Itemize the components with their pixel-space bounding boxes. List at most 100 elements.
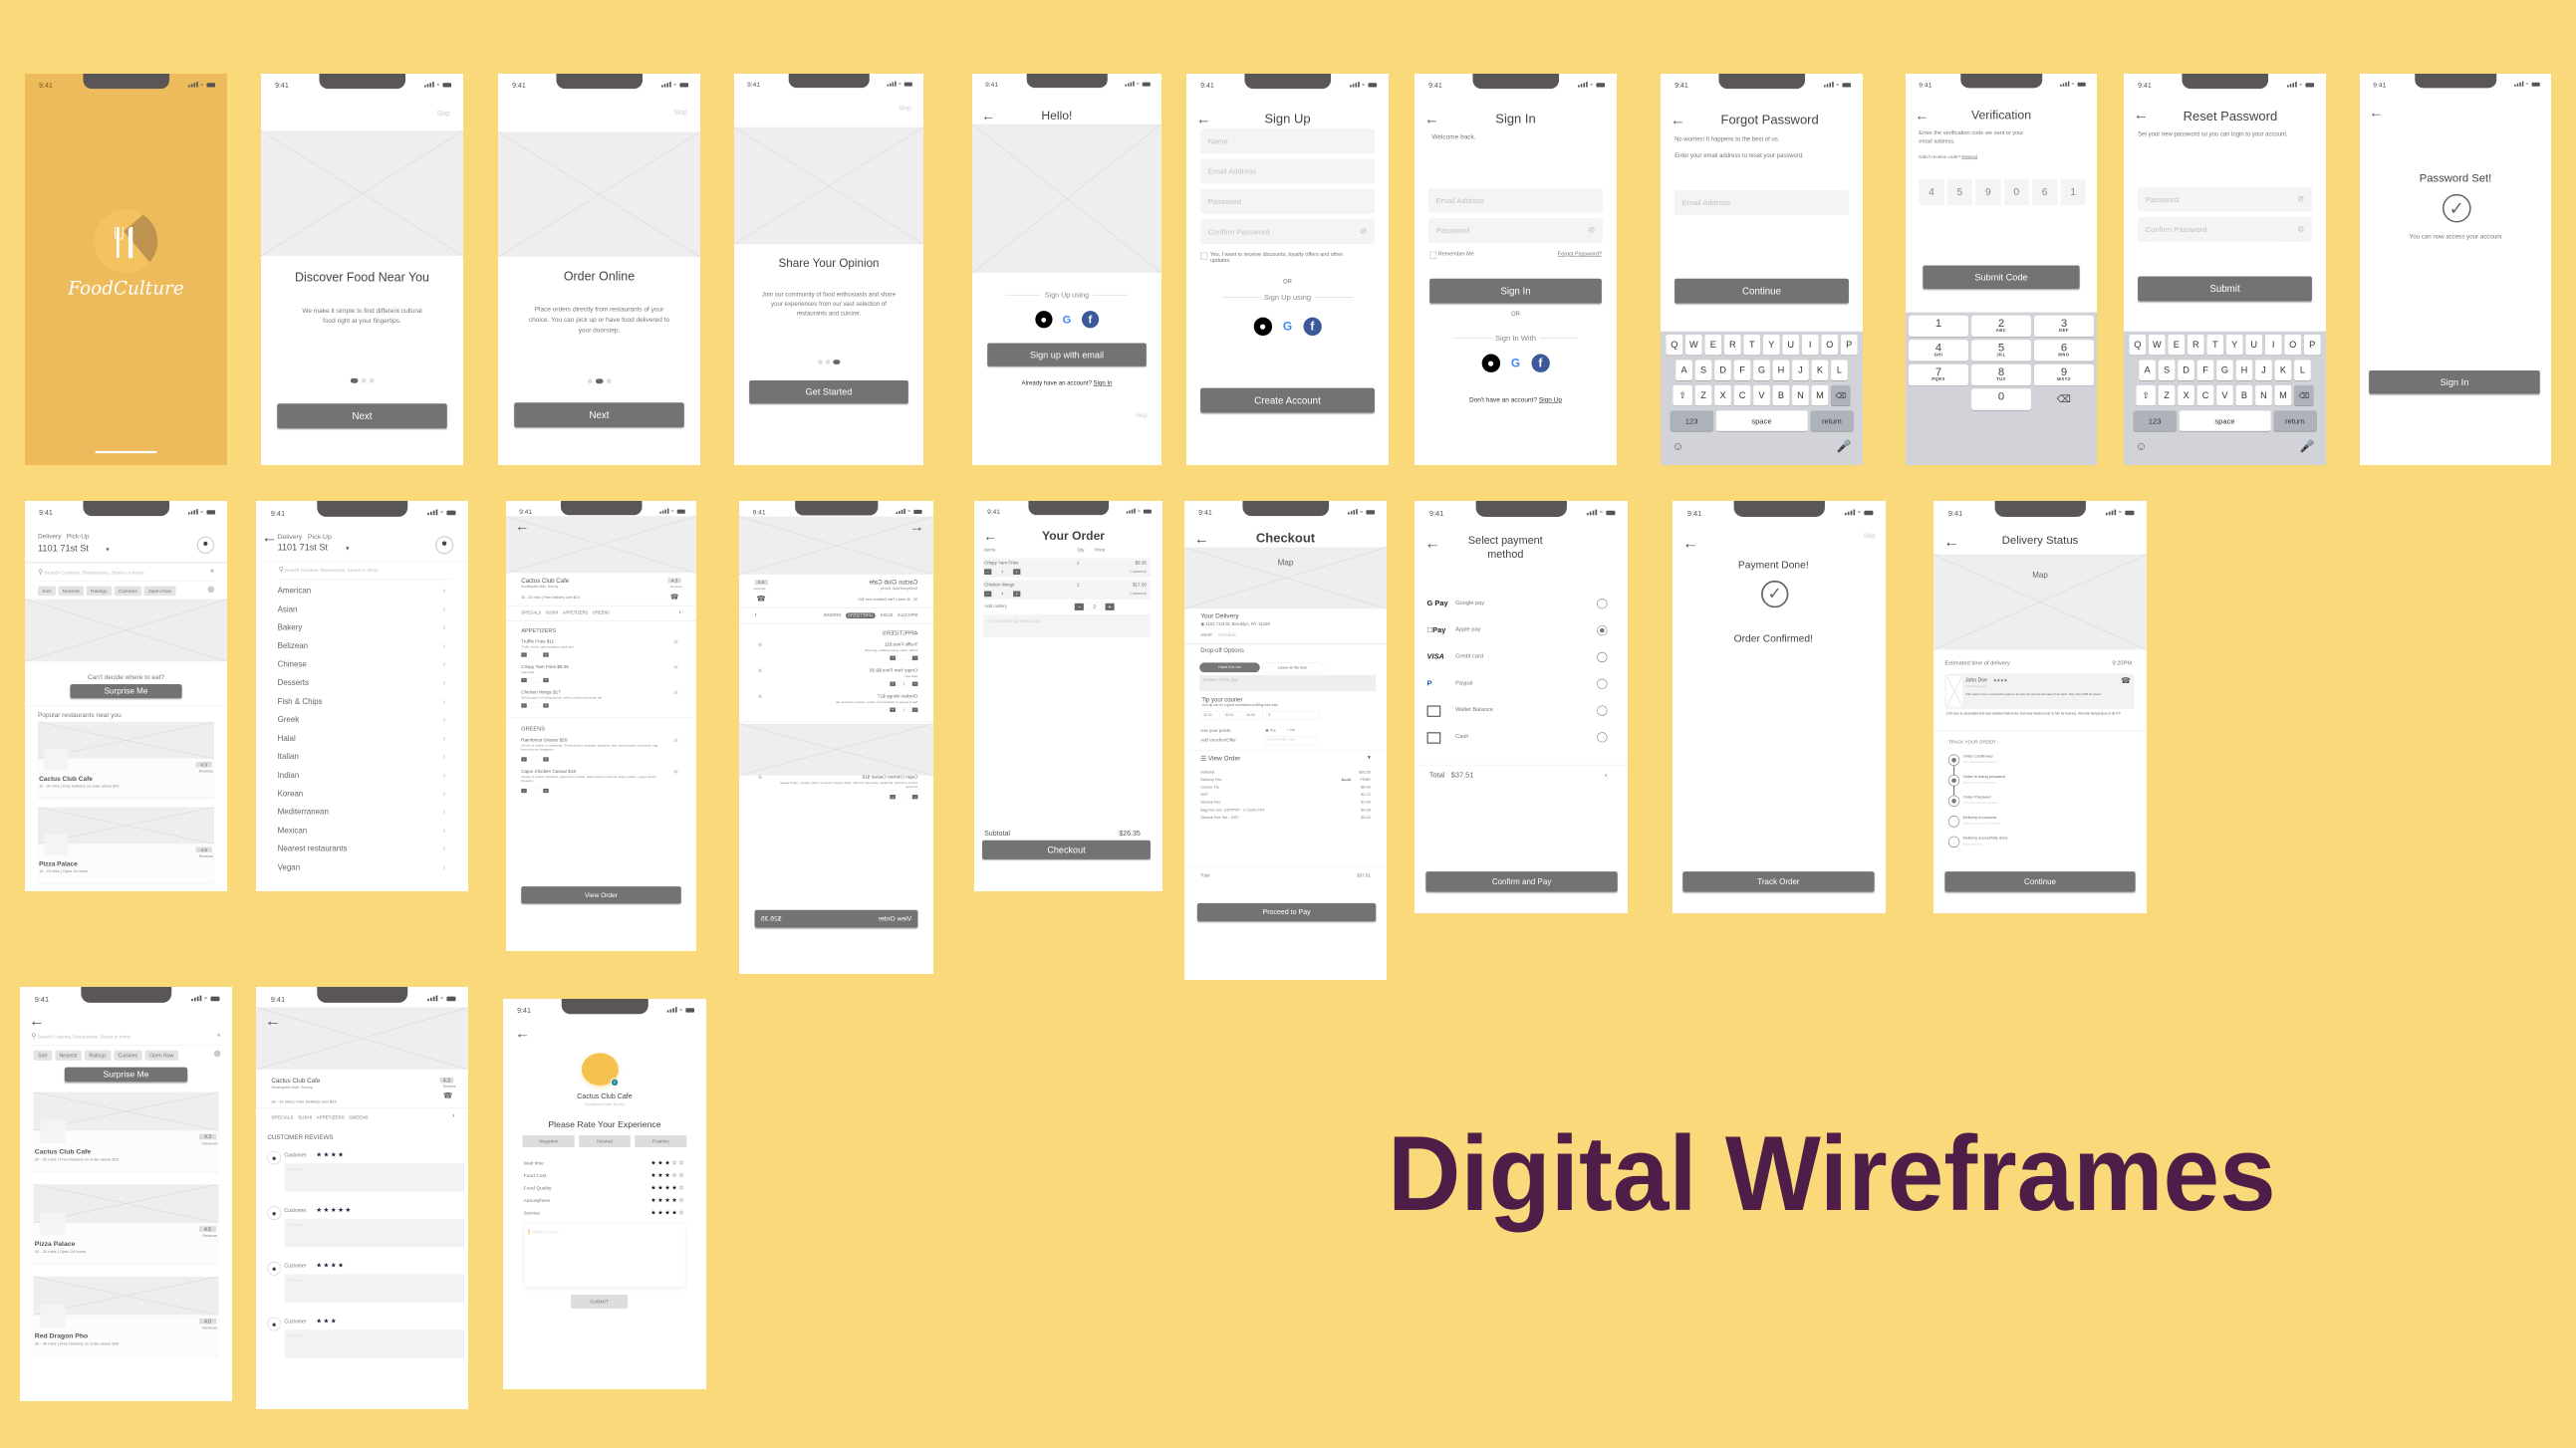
quantity-input[interactable]: 1 — [992, 568, 1012, 575]
review-textarea[interactable]: Write review — [523, 1223, 686, 1288]
page-dot[interactable] — [817, 360, 823, 364]
confirm-password-field[interactable]: Confirm Password ⊘ — [1200, 219, 1375, 245]
emoji-icon[interactable]: ☺ — [1672, 439, 1683, 453]
star-rating[interactable]: ★★★☆☆ — [650, 1172, 685, 1179]
cuisine-item[interactable]: Nearest restaurants › — [278, 844, 446, 852]
star-filled-icon[interactable]: ★ — [650, 1197, 657, 1204]
key-d[interactable]: D — [1714, 360, 1731, 381]
tab-specials[interactable]: SPECIALS — [271, 1114, 293, 1119]
voucher-input[interactable]: Voucher/Offer code — [1265, 736, 1319, 745]
key-w[interactable]: W — [2148, 335, 2166, 356]
total-row[interactable]: Total $37.51 › — [1429, 770, 1608, 779]
tab-sushi[interactable]: SUSHI — [881, 612, 894, 618]
submit-code-button[interactable]: Submit Code — [1923, 265, 2080, 290]
code-digit-input[interactable]: 6 — [2031, 178, 2058, 206]
key-i[interactable]: I — [1801, 335, 1819, 356]
tab-delivery[interactable]: Delivery — [38, 532, 61, 540]
star-empty-icon[interactable]: ☆ — [678, 1172, 685, 1179]
shift-key[interactable]: ⇧ — [2136, 384, 2156, 406]
code-digit-input[interactable]: 1 — [2060, 178, 2086, 206]
key-p[interactable]: P — [2303, 335, 2321, 356]
plus-button[interactable]: + — [1105, 603, 1115, 610]
radio-button[interactable] — [1597, 599, 1608, 609]
backspace-key[interactable]: ⌫ — [2294, 384, 2314, 406]
facebook-icon[interactable]: f — [1303, 317, 1322, 337]
key-o[interactable]: O — [2284, 335, 2302, 356]
cuisine-item[interactable]: Vegan › — [278, 862, 446, 871]
key-t[interactable]: T — [2206, 335, 2224, 356]
camera-icon[interactable]: ▣ — [673, 689, 677, 695]
star-empty-icon[interactable]: ☆ — [678, 1160, 685, 1167]
back-arrow-icon[interactable]: ← — [515, 519, 529, 533]
code-digit-input[interactable]: 4 — [1919, 178, 1944, 206]
dropoff-note-input[interactable]: Beware of the dog — [1199, 674, 1377, 692]
quantity-input[interactable] — [528, 677, 543, 683]
phone-icon[interactable]: ☎ — [443, 1091, 452, 1100]
key-9[interactable]: 9 WXYZ — [2034, 363, 2094, 386]
minus-button[interactable]: − — [521, 788, 527, 794]
resend-link[interactable]: Resend — [1961, 154, 1977, 159]
quantity-input[interactable] — [528, 702, 543, 708]
reviews-link[interactable]: Reviews — [670, 586, 682, 589]
key-1[interactable]: 1 — [1909, 315, 1968, 338]
star-rating[interactable]: ★★★☆☆ — [650, 1159, 685, 1167]
microphone-icon[interactable]: 🎤 — [2300, 439, 2315, 453]
back-arrow-icon[interactable]: ← — [265, 1013, 281, 1029]
reviews-link[interactable]: Reviews — [443, 1086, 456, 1088]
key-g[interactable]: G — [2216, 360, 2233, 381]
payment-radio[interactable] — [1597, 651, 1608, 663]
apple-icon[interactable]: ● — [1253, 317, 1272, 337]
star-rating[interactable]: ★★★★☆ — [650, 1184, 685, 1192]
star-rating[interactable]: ★★★★☆ — [650, 1197, 685, 1204]
key-h[interactable]: H — [1772, 360, 1790, 381]
plus-button[interactable]: + — [890, 681, 896, 686]
quantity-stepper[interactable]: −+ — [890, 654, 918, 661]
forgot-password-link[interactable]: Forgot Password? — [1558, 251, 1602, 257]
key-s[interactable]: S — [2158, 360, 2176, 381]
quantity-stepper[interactable]: −+ — [521, 651, 549, 658]
back-arrow-icon[interactable]: ← — [2369, 105, 2383, 120]
key-j[interactable]: J — [1792, 360, 1809, 381]
payment-radio[interactable] — [1597, 624, 1608, 636]
minus-button[interactable]: − — [911, 707, 918, 712]
key-b[interactable]: B — [2235, 384, 2253, 406]
points-yes-radio[interactable]: ◉ Yes — [1265, 728, 1275, 733]
plus-button[interactable]: + — [543, 703, 549, 708]
continue-button[interactable]: Continue — [1944, 871, 2136, 892]
email-field[interactable]: Email Address — [1674, 189, 1849, 215]
key-v[interactable]: V — [2216, 384, 2233, 406]
quantity-stepper[interactable]: −1+ — [890, 680, 918, 687]
plus-button[interactable]: + — [890, 794, 896, 800]
phone-icon[interactable]: ☎ — [2121, 676, 2131, 686]
cuisine-item[interactable]: Chinese › — [278, 659, 446, 668]
tab-specials[interactable]: SPECIALS — [521, 610, 541, 615]
quantity-stepper[interactable]: −+ — [521, 677, 549, 683]
key-l[interactable]: L — [1831, 360, 1848, 381]
cutlery-stepper[interactable]: − 2 + — [1074, 602, 1115, 611]
tab-appetizers[interactable]: APPETIZERS — [317, 1114, 345, 1119]
key-c[interactable]: C — [2196, 384, 2214, 406]
tab-pick-up[interactable]: Pick-Up — [308, 533, 332, 541]
key-r[interactable]: R — [1723, 335, 1741, 356]
email-field[interactable]: Email Address — [1428, 187, 1603, 213]
key-n[interactable]: N — [2255, 384, 2272, 406]
radio-button[interactable] — [1597, 651, 1608, 663]
key-o[interactable]: O — [1821, 335, 1839, 356]
minus-button[interactable]: − — [911, 655, 918, 660]
key-t[interactable]: T — [1743, 335, 1761, 356]
submit-button[interactable]: Submit — [2138, 276, 2312, 302]
page-dot[interactable] — [369, 377, 375, 383]
page-dot[interactable] — [833, 360, 841, 364]
google-icon[interactable]: G — [1058, 311, 1075, 328]
key-w[interactable]: W — [1684, 335, 1702, 356]
filter-settings-icon[interactable] — [207, 586, 215, 594]
sentiment-negative[interactable]: Negative — [522, 1135, 575, 1148]
password-field[interactable]: Password ⊘ — [2138, 186, 2312, 212]
google-icon[interactable]: G — [1506, 354, 1524, 371]
key-u[interactable]: U — [2245, 335, 2263, 356]
filter-chip-sort[interactable]: Sort — [33, 1050, 53, 1061]
back-arrow-icon[interactable]: ← — [515, 1026, 530, 1041]
cuisine-item[interactable]: Greek › — [278, 715, 446, 724]
page-dot[interactable] — [595, 378, 604, 384]
tab-sushi[interactable]: SUSHI — [546, 610, 558, 615]
